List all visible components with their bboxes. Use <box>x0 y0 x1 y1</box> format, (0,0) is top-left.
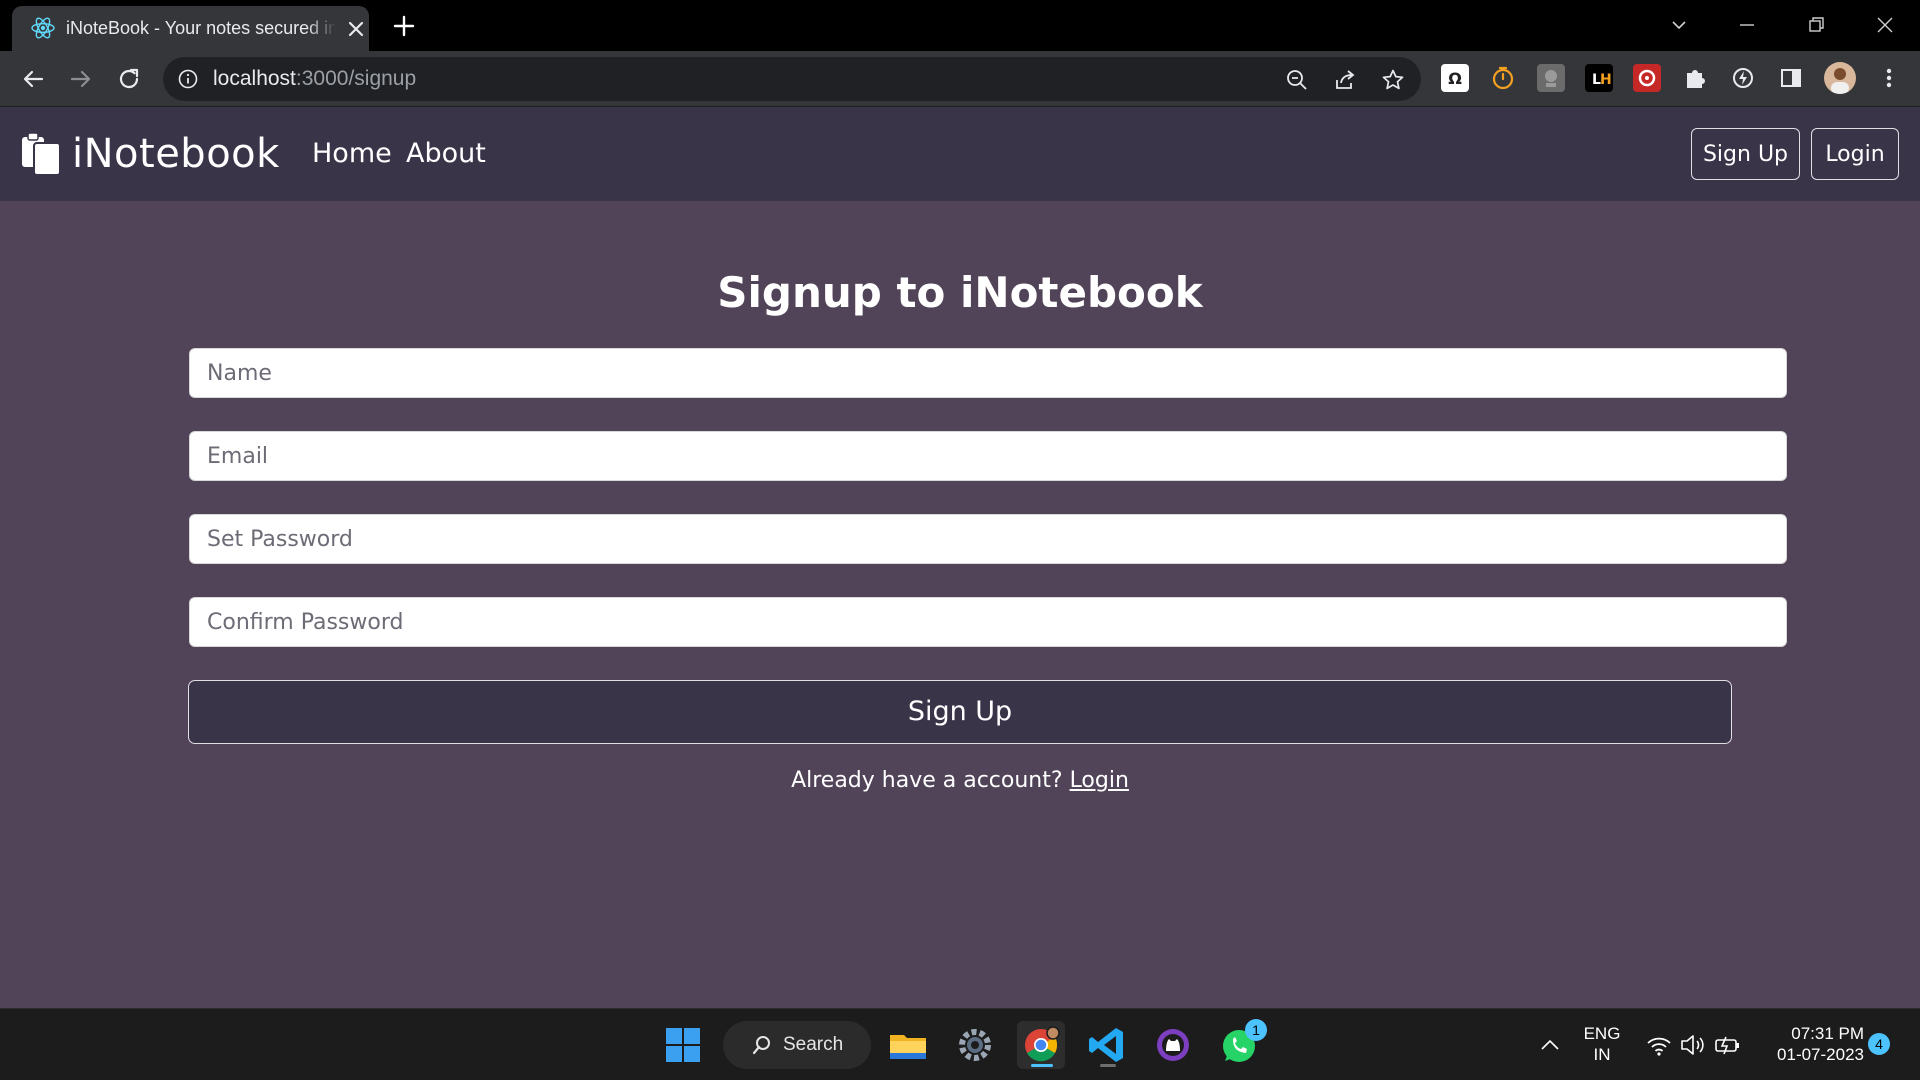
browser-tab[interactable]: iNoteBook - Your notes secured in the cl… <box>12 6 369 51</box>
bookmark-star-icon[interactable] <box>1381 68 1405 92</box>
url-text: localhost:3000/signup <box>213 57 416 101</box>
app-navbar: iNotebook Home About Sign Up Login <box>0 107 1920 201</box>
whatsapp-badge: 1 <box>1245 1019 1267 1041</box>
active-indicator <box>1031 1064 1053 1067</box>
running-indicator <box>1100 1064 1116 1067</box>
password-field[interactable] <box>189 514 1787 564</box>
taskbar-search[interactable]: Search <box>723 1021 871 1069</box>
confirm-password-field[interactable] <box>189 597 1787 647</box>
search-icon <box>752 1036 770 1055</box>
performance-icon[interactable] <box>1729 64 1757 92</box>
taskbar-vscode[interactable] <box>1083 1021 1131 1069</box>
language-indicator[interactable]: ENG IN <box>1580 1023 1624 1065</box>
back-icon[interactable] <box>18 64 48 94</box>
search-label: Search <box>783 1034 844 1055</box>
svg-text:Ω: Ω <box>1448 69 1462 88</box>
nav-signup-button[interactable]: Sign Up <box>1691 128 1800 180</box>
wifi-icon[interactable] <box>1645 1021 1673 1069</box>
brand-name: iNotebook <box>72 131 280 177</box>
nav-login-button[interactable]: Login <box>1811 128 1899 180</box>
nav-link-about[interactable]: About <box>406 107 486 201</box>
close-tab-icon[interactable] <box>345 18 367 40</box>
new-tab-icon[interactable] <box>390 12 418 40</box>
extension-timer-icon[interactable] <box>1489 64 1517 92</box>
url-host: localhost <box>213 67 296 90</box>
github-desktop-icon[interactable] <box>1149 1021 1197 1069</box>
minimize-icon[interactable] <box>1732 10 1762 40</box>
show-hidden-icons-chevron-icon[interactable] <box>1538 1021 1562 1069</box>
page-title: Signup to iNotebook <box>717 268 1203 317</box>
settings-gear-icon[interactable] <box>951 1021 999 1069</box>
extension-red-icon[interactable] <box>1633 64 1661 92</box>
clock-date: 01-07-2023 <box>1777 1045 1864 1064</box>
email-field[interactable] <box>189 431 1787 481</box>
file-explorer-icon[interactable] <box>884 1021 932 1069</box>
address-bar[interactable]: localhost:3000/signup <box>163 57 1421 101</box>
site-info-icon[interactable] <box>177 68 199 90</box>
tab-title: iNoteBook - Your notes secured in the cl… <box>66 6 336 51</box>
browser-menu-icon[interactable] <box>1875 64 1903 92</box>
restore-icon[interactable] <box>1801 10 1831 40</box>
login-prompt-text: Already have a account? <box>791 768 1063 793</box>
react-favicon-icon <box>31 17 55 39</box>
forward-icon[interactable] <box>66 64 96 94</box>
login-prompt: Already have a account? Login <box>0 768 1920 793</box>
brand-link[interactable]: iNotebook <box>20 107 280 201</box>
windows-start-icon[interactable] <box>659 1021 707 1069</box>
url-path: :3000/signup <box>295 67 417 90</box>
chrome-icon <box>1025 1026 1060 1062</box>
reload-icon[interactable] <box>114 64 144 94</box>
browser-tab-strip: iNoteBook - Your notes secured in the cl… <box>0 0 1920 51</box>
clock-time: 07:31 PM <box>1791 1024 1864 1043</box>
nav-link-home[interactable]: Home <box>312 107 392 201</box>
language-label: ENG <box>1583 1024 1621 1043</box>
zoom-icon[interactable] <box>1285 68 1309 92</box>
extension-grey-icon[interactable] <box>1537 64 1565 92</box>
profile-avatar[interactable] <box>1824 62 1856 94</box>
vscode-icon <box>1089 1028 1123 1062</box>
notification-badge[interactable]: 4 <box>1868 1033 1890 1055</box>
extension-lighthouse-icon[interactable]: LH <box>1585 64 1613 92</box>
region-label: IN <box>1593 1045 1611 1064</box>
name-field[interactable] <box>189 348 1787 398</box>
windows-taskbar: Search 1 ENG IN 07:31 PM 01-07-2023 4 <box>0 1008 1920 1080</box>
side-panel-icon[interactable] <box>1777 64 1805 92</box>
svg-text:H: H <box>1600 72 1612 88</box>
signup-submit-button[interactable]: Sign Up <box>188 680 1732 744</box>
volume-icon[interactable] <box>1678 1021 1706 1069</box>
taskbar-chrome[interactable] <box>1017 1021 1065 1069</box>
tab-search-chevron-icon[interactable] <box>1664 10 1694 40</box>
taskbar-whatsapp[interactable]: 1 <box>1215 1019 1267 1069</box>
browser-toolbar: localhost:3000/signup Ω LH <box>0 51 1920 107</box>
share-icon[interactable] <box>1333 68 1357 92</box>
login-link[interactable]: Login <box>1070 768 1129 793</box>
window-close-icon[interactable] <box>1870 10 1900 40</box>
extension-omega-icon[interactable]: Ω <box>1441 64 1469 92</box>
clock[interactable]: 07:31 PM 01-07-2023 <box>1756 1023 1864 1065</box>
clipboard-icon <box>22 132 61 176</box>
extensions-puzzle-icon[interactable] <box>1681 64 1709 92</box>
battery-icon[interactable] <box>1712 1021 1742 1069</box>
